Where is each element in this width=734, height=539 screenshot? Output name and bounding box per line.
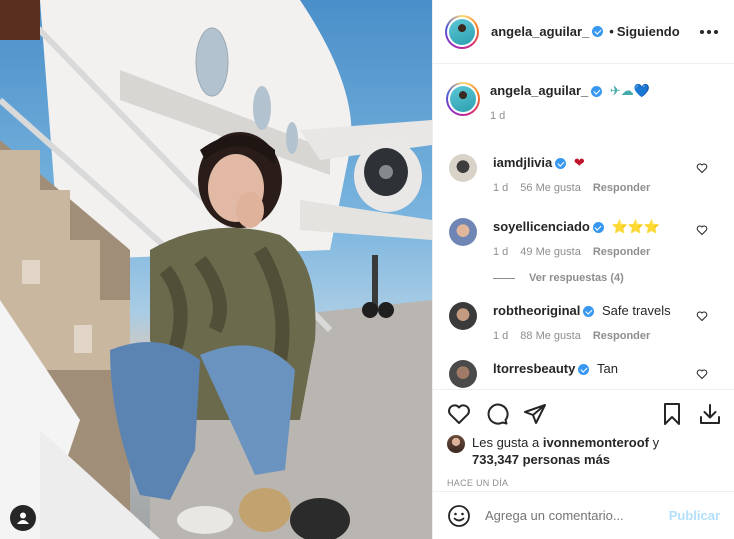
tagged-user-button[interactable]	[10, 505, 36, 531]
post-header: angela_aguilar_ • Siguiendo	[433, 0, 734, 64]
verified-badge-icon	[583, 306, 595, 318]
comment-username[interactable]: robtheoriginal	[493, 303, 580, 318]
heart-icon[interactable]	[696, 310, 708, 322]
heart-icon[interactable]	[696, 162, 708, 174]
commenter-avatar[interactable]	[449, 360, 477, 388]
verified-badge-icon	[592, 26, 604, 37]
likes-prefix: Les gusta a	[472, 435, 543, 450]
post-caption: angela_aguilar_ ✈☁💙 1 d	[446, 64, 718, 140]
commenter-avatar[interactable]	[449, 154, 477, 182]
likes-summary: Les gusta a ivonnemonteroof y 733,347 pe…	[447, 434, 722, 468]
post-sidebar: angela_aguilar_ • Siguiendo angela_aguil…	[432, 0, 734, 539]
commenter-avatar[interactable]	[449, 302, 477, 330]
verified-badge-icon	[592, 222, 604, 234]
likes-suffix[interactable]: más	[580, 452, 610, 467]
comment-username[interactable]: soyellicenciado	[493, 219, 590, 234]
likes-count[interactable]: 733,347 personas	[472, 452, 580, 467]
author-avatar[interactable]	[445, 14, 479, 49]
comment-input[interactable]	[485, 508, 669, 523]
reply-button[interactable]: Responder	[593, 330, 650, 342]
comment-icon[interactable]	[485, 402, 509, 426]
comment-time: 1 d	[493, 246, 509, 258]
comment-username[interactable]: iamdjlivia	[493, 155, 552, 170]
view-replies-label[interactable]: Ver respuestas (4)	[529, 272, 624, 284]
comment-time: 1 d	[493, 330, 509, 342]
heart-icon[interactable]	[696, 368, 708, 380]
emoji-icon[interactable]	[447, 504, 471, 528]
follow-status-button[interactable]: Siguiendo	[617, 24, 680, 39]
comment-likes[interactable]: 88 Me gusta	[520, 330, 581, 342]
caption-avatar[interactable]	[446, 82, 480, 116]
heart-icon[interactable]	[696, 224, 708, 236]
comment-item: soyellicenciado ⭐⭐⭐ 1 d 49 Me gusta Resp…	[449, 194, 718, 258]
verified-badge-icon	[591, 86, 603, 98]
bookmark-icon[interactable]	[660, 402, 684, 426]
comment-time: 1 d	[493, 182, 509, 194]
add-comment-bar: Publicar	[433, 491, 734, 539]
download-icon[interactable]	[698, 402, 722, 426]
commenter-avatar[interactable]	[449, 218, 477, 246]
comments-list[interactable]: angela_aguilar_ ✈☁💙 1 d iamdjlivia ❤ 1 d…	[433, 64, 734, 389]
caption-time: 1 d	[490, 110, 506, 122]
likes-middle: y	[649, 435, 660, 450]
photo-scene	[0, 0, 432, 539]
comment-text: ⭐⭐⭐	[611, 219, 661, 234]
verified-badge-icon	[555, 158, 567, 170]
user-icon	[17, 512, 29, 524]
comment-item: iamdjlivia ❤ 1 d 56 Me gusta Responder	[449, 140, 718, 194]
post-actions: Les gusta a ivonnemonteroof y 733,347 pe…	[433, 389, 734, 491]
post-comment-button[interactable]: Publicar	[669, 508, 720, 523]
caption-text: ✈☁💙	[609, 83, 650, 98]
comment-likes[interactable]: 56 Me gusta	[520, 182, 581, 194]
comment-text: Tan	[597, 361, 618, 376]
post-photo[interactable]	[0, 0, 432, 539]
caption-username[interactable]: angela_aguilar_	[490, 83, 588, 98]
comment-text: ❤	[573, 155, 585, 170]
author-username[interactable]: angela_aguilar_	[491, 24, 589, 39]
comment-item: robtheoriginal Safe travels 1 d 88 Me gu…	[449, 284, 718, 342]
comment-item: ltorresbeauty Tan	[449, 342, 718, 388]
post-timestamp[interactable]: HACE UN DÍA	[447, 478, 722, 488]
heart-icon[interactable]	[447, 402, 471, 426]
comment-text: Safe travels	[602, 303, 671, 318]
replies-divider	[493, 277, 515, 279]
comment-username[interactable]: ltorresbeauty	[493, 361, 575, 376]
view-replies-button[interactable]: Ver respuestas (4)	[449, 272, 718, 284]
more-options-icon[interactable]	[700, 29, 718, 34]
reply-button[interactable]: Responder	[593, 246, 650, 258]
liker-avatar[interactable]	[447, 435, 465, 453]
verified-badge-icon	[578, 364, 590, 376]
share-icon[interactable]	[523, 402, 547, 426]
comment-likes[interactable]: 49 Me gusta	[520, 246, 581, 258]
liker-username[interactable]: ivonnemonteroof	[543, 435, 649, 450]
reply-button[interactable]: Responder	[593, 182, 650, 194]
